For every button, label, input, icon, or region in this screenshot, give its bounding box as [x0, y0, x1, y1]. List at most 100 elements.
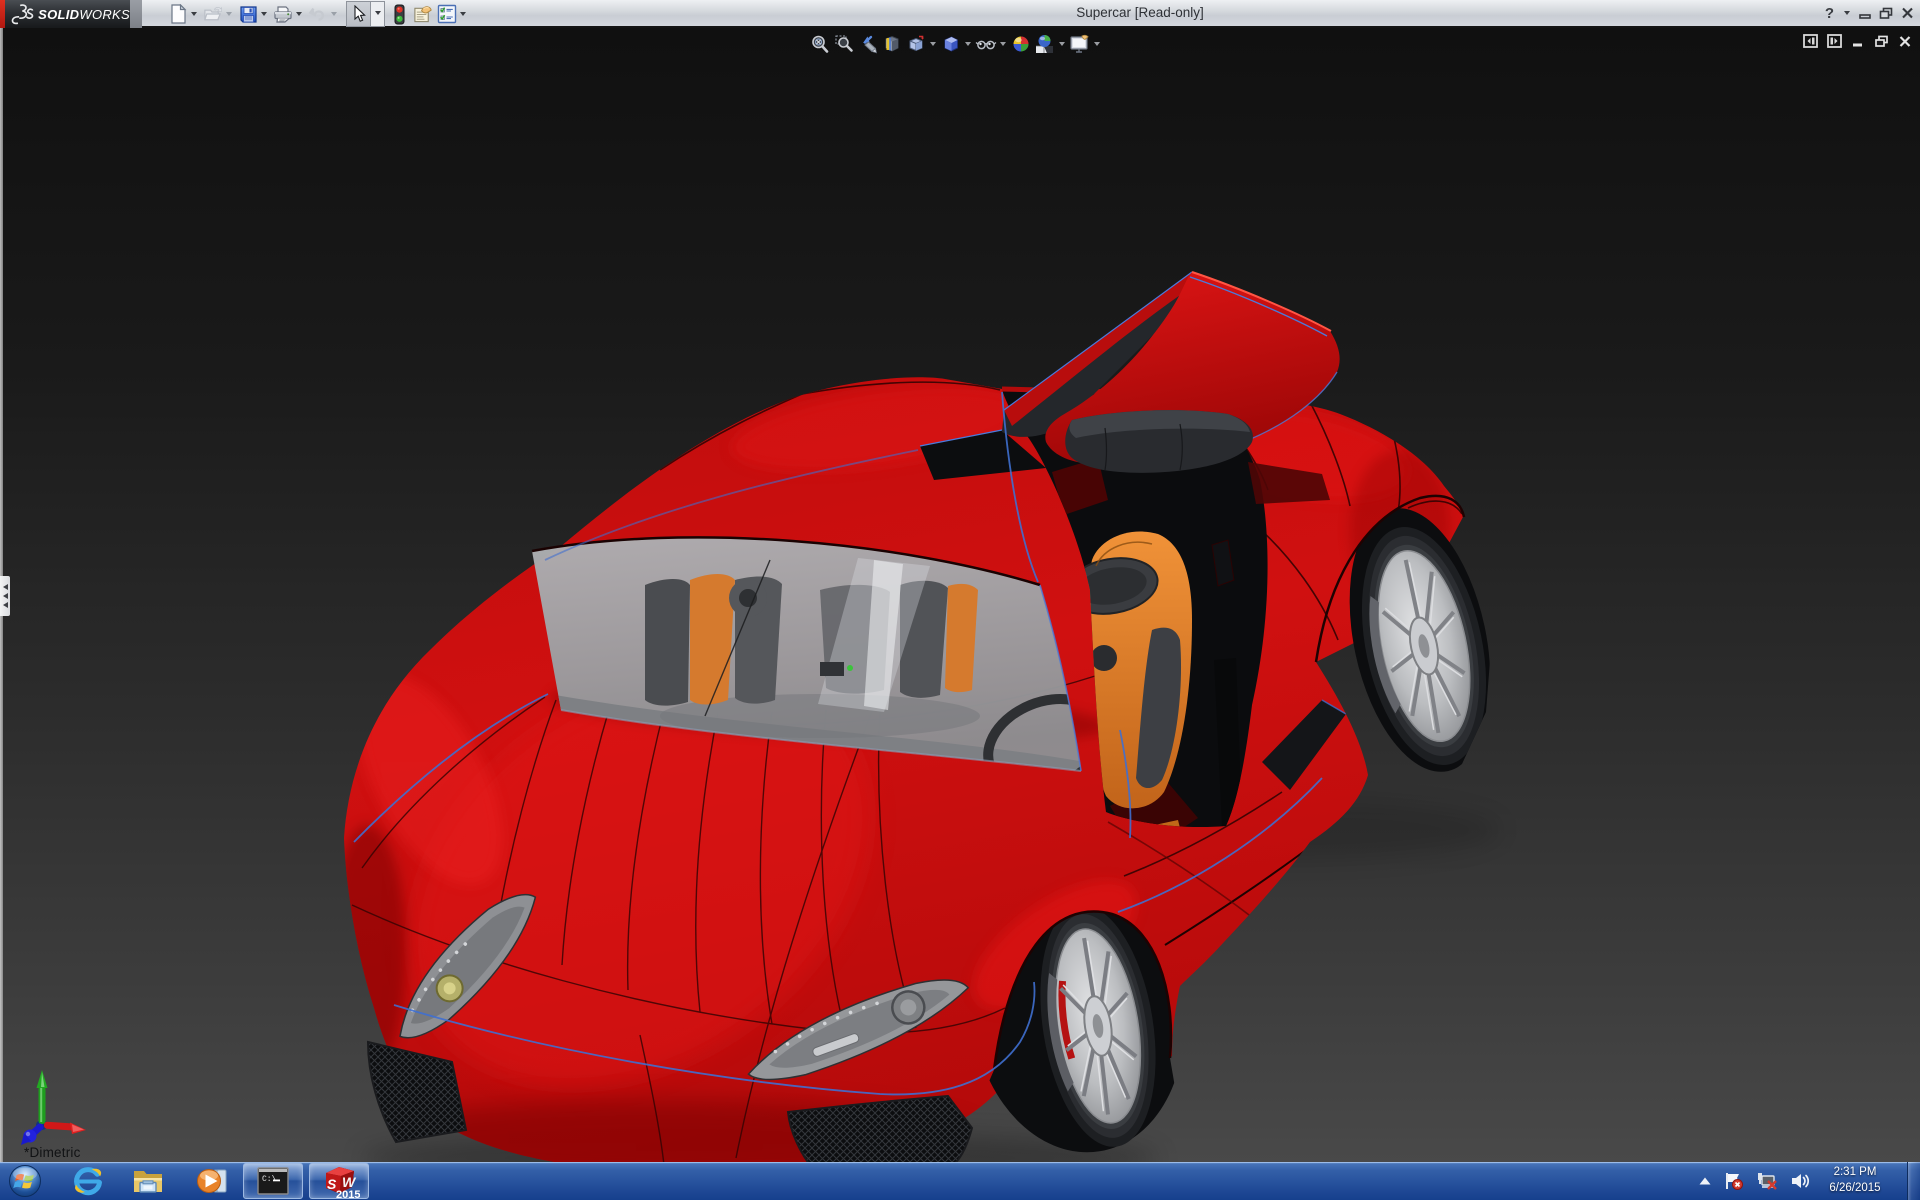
open-button[interactable] [203, 3, 223, 25]
zoom-fit-button[interactable] [808, 32, 831, 56]
taskbar-command-prompt[interactable]: C:\ [243, 1163, 303, 1199]
traffic-light-icon [394, 4, 404, 24]
apply-scene-icon [1036, 35, 1053, 53]
apply-scene-button[interactable] [1033, 32, 1056, 56]
clock-date: 6/26/2015 [1829, 1182, 1881, 1194]
doc-minimize-button[interactable] [1851, 35, 1865, 47]
system-tray [1698, 1163, 1812, 1199]
print-icon [274, 5, 292, 23]
new-document-button[interactable] [168, 3, 188, 25]
edit-appearance-icon [1013, 36, 1028, 52]
interference-check-button[interactable] [389, 3, 409, 25]
document-window-controls [1803, 34, 1912, 48]
logo-wordmark: SOLIDWORKS [38, 6, 130, 22]
select-tool-group [346, 1, 385, 27]
display-style-dropdown[interactable] [963, 32, 973, 56]
dassault-3ds-logo-icon [11, 4, 34, 25]
view-settings-button[interactable] [1068, 32, 1091, 56]
pane-left-icon[interactable] [1803, 34, 1818, 48]
close-button[interactable] [1901, 7, 1914, 19]
view-orientation-icon [909, 35, 924, 52]
folder-icon [134, 1171, 162, 1193]
comment-note-icon [414, 6, 432, 23]
open-dropdown[interactable] [223, 3, 234, 25]
viewport-canvas[interactable] [0, 28, 1920, 1162]
edit-appearance-button[interactable] [1009, 32, 1032, 56]
options-dropdown[interactable] [457, 3, 468, 25]
save-button[interactable] [238, 3, 258, 25]
print-dropdown[interactable] [293, 3, 304, 25]
select-cursor-icon [353, 5, 366, 22]
help-dropdown[interactable] [1841, 2, 1852, 24]
doc-close-button[interactable] [1898, 35, 1912, 48]
undo-dropdown[interactable] [328, 3, 339, 25]
ie-icon [74, 1167, 102, 1196]
open-icon [204, 6, 222, 21]
main-toolbar [168, 0, 472, 28]
taskbar-windows-explorer[interactable] [127, 1163, 171, 1199]
options-button[interactable] [437, 3, 457, 25]
title-bar-controls: ? [1825, 0, 1914, 26]
cmd-icon: C:\ [257, 1167, 289, 1195]
solidworks-logo: SOLIDWORKS [0, 0, 130, 28]
window-title: Supercar [Read-only] [1076, 5, 1204, 20]
title-bar: SOLIDWORKS Supercar [Read-only] ? [0, 0, 1920, 28]
wmp-icon [197, 1169, 227, 1193]
heads-up-view-toolbar [808, 31, 1102, 57]
options-checklist-icon [437, 4, 457, 24]
action-center-flag-icon[interactable] [1724, 1171, 1744, 1191]
comment-button[interactable] [413, 3, 433, 25]
apply-scene-dropdown[interactable] [1057, 32, 1067, 56]
view-settings-icon [1069, 34, 1089, 53]
new-document-dropdown[interactable] [188, 3, 199, 25]
display-style-button[interactable] [939, 32, 962, 56]
triad-y-axis [36, 1070, 48, 1130]
view-orientation-button[interactable] [904, 32, 927, 56]
triad-x-axis [43, 1121, 86, 1134]
hide-show-items-button[interactable] [974, 32, 997, 56]
orientation-triad [21, 1070, 86, 1145]
network-status-icon[interactable] [1756, 1171, 1778, 1191]
view-orientation-dropdown[interactable] [928, 32, 938, 56]
feature-manager-collapsed-tab[interactable] [0, 576, 10, 616]
taskbar-internet-explorer[interactable] [66, 1163, 110, 1199]
section-view-button[interactable] [880, 32, 903, 56]
volume-icon[interactable] [1790, 1171, 1812, 1191]
view-orientation-label: *Dimetric [24, 1145, 81, 1160]
zoom-area-icon [834, 35, 853, 52]
hide-show-items-dropdown[interactable] [998, 32, 1008, 56]
doc-restore-button[interactable] [1874, 35, 1889, 48]
save-icon [239, 5, 257, 23]
save-dropdown[interactable] [258, 3, 269, 25]
new-document-icon [170, 4, 186, 24]
print-button[interactable] [273, 3, 293, 25]
windows-taskbar: C:\ S W 2015 2:31 PM 6/26/2015 [0, 1162, 1920, 1200]
solidworks-window: SOLIDWORKS Supercar [Read-only] ? *Dimet… [0, 0, 1920, 1200]
select-tool-button[interactable] [347, 2, 371, 26]
undo-button[interactable] [308, 3, 328, 25]
svg-text:W: W [342, 1174, 357, 1190]
show-desktop-button[interactable] [1907, 1162, 1920, 1200]
graphics-viewport[interactable]: *Dimetric [0, 28, 1920, 1162]
minimize-button[interactable] [1859, 7, 1872, 19]
zoom-area-button[interactable] [832, 32, 855, 56]
svg-text:2015: 2015 [336, 1189, 360, 1199]
restore-button[interactable] [1879, 7, 1894, 20]
hide-show-items-icon [975, 40, 996, 50]
toolbar-flyout-arrow[interactable] [130, 0, 142, 28]
previous-view-button[interactable] [856, 32, 879, 56]
logo-red-stripe [0, 0, 5, 28]
view-settings-dropdown[interactable] [1092, 32, 1102, 56]
help-button[interactable]: ? [1825, 5, 1834, 22]
section-view-icon [885, 35, 898, 52]
taskbar-media-player[interactable] [189, 1163, 233, 1199]
taskbar-clock[interactable]: 2:31 PM 6/26/2015 [1816, 1164, 1894, 1198]
undo-icon [308, 7, 325, 21]
previous-view-icon [862, 35, 877, 54]
show-hidden-icons-button[interactable] [1698, 1176, 1712, 1186]
pane-right-icon[interactable] [1827, 34, 1842, 48]
display-style-icon [944, 36, 958, 52]
start-button[interactable] [4, 1163, 46, 1199]
select-tool-dropdown[interactable] [371, 2, 384, 24]
taskbar-solidworks[interactable]: S W 2015 [309, 1163, 369, 1199]
